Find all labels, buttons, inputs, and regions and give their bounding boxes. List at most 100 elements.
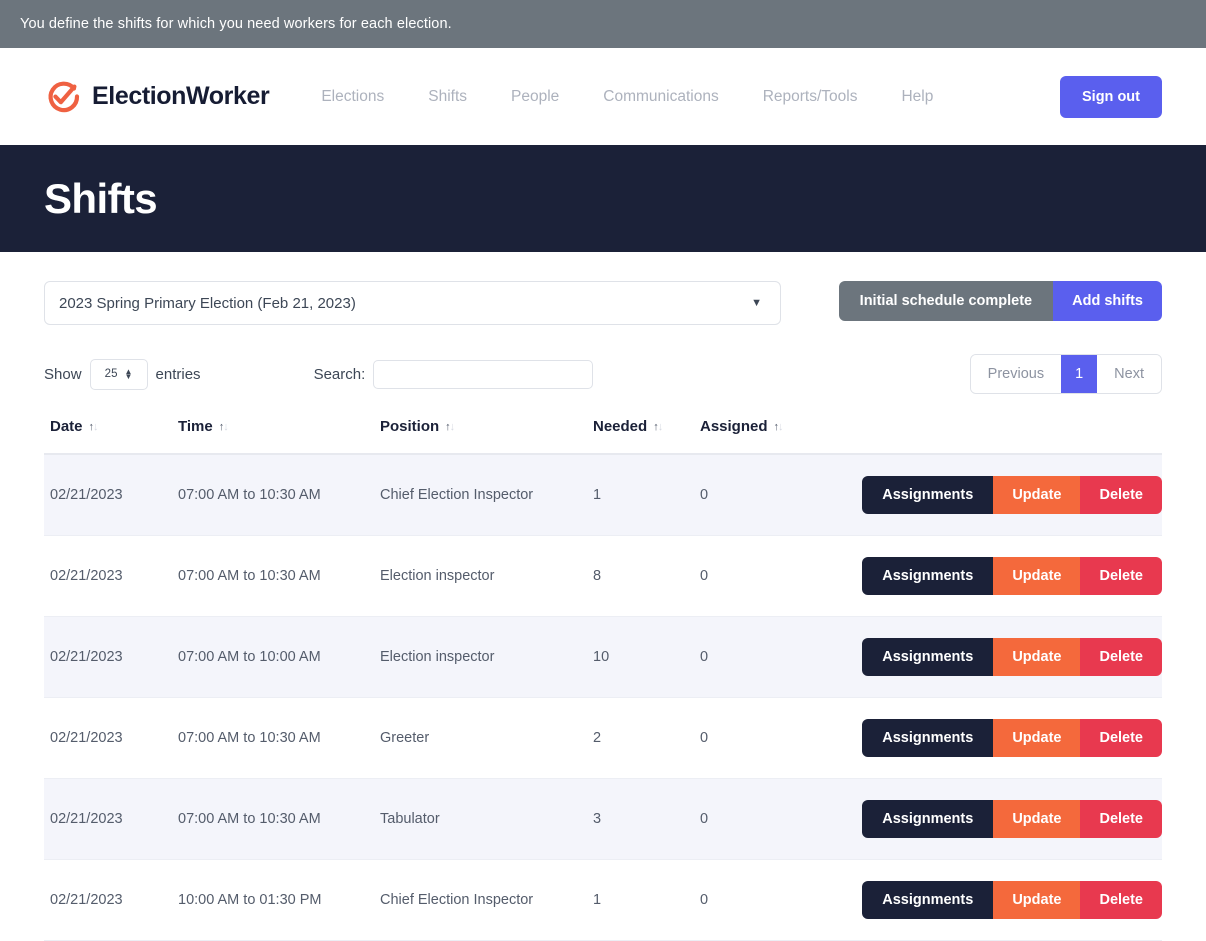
pagination-previous-button[interactable]: Previous xyxy=(971,355,1061,393)
cell-assigned: 0 xyxy=(700,779,810,860)
update-button[interactable]: Update xyxy=(993,881,1080,919)
info-banner-text: You define the shifts for which you need… xyxy=(20,16,452,32)
row-action-buttons: AssignmentsUpdateDelete xyxy=(810,719,1162,757)
cell-needed: 3 xyxy=(593,779,700,860)
entries-label: entries xyxy=(156,366,201,383)
cell-assigned: 0 xyxy=(700,454,810,536)
nav-item-elections[interactable]: Elections xyxy=(299,82,406,112)
search-input[interactable] xyxy=(373,360,593,389)
election-select[interactable]: 2023 Spring Primary Election (Feb 21, 20… xyxy=(44,281,781,325)
nav-item-help[interactable]: Help xyxy=(879,82,955,112)
sort-arrows-icon: ↑↓ xyxy=(774,421,783,433)
cell-actions: AssignmentsUpdateDelete xyxy=(810,617,1162,698)
update-button[interactable]: Update xyxy=(993,800,1080,838)
cell-date: 02/21/2023 xyxy=(44,860,178,941)
cell-actions: AssignmentsUpdateDelete xyxy=(810,698,1162,779)
delete-button[interactable]: Delete xyxy=(1080,557,1162,595)
brand-name: ElectionWorker xyxy=(92,82,269,111)
sort-arrows-icon: ↑↓ xyxy=(445,421,454,433)
cell-position: Tabulator xyxy=(380,779,593,860)
search-filter: Search: xyxy=(314,360,594,389)
table-row: 02/21/202307:00 AM to 10:30 AMTabulator3… xyxy=(44,779,1162,860)
row-button-group: AssignmentsUpdateDelete xyxy=(862,800,1162,838)
column-header-date[interactable]: Date ↑↓ xyxy=(44,410,178,454)
assignments-button[interactable]: Assignments xyxy=(862,719,993,757)
info-banner: You define the shifts for which you need… xyxy=(0,0,1206,48)
assignments-button[interactable]: Assignments xyxy=(862,557,993,595)
delete-button[interactable]: Delete xyxy=(1080,800,1162,838)
assignments-button[interactable]: Assignments xyxy=(862,800,993,838)
entries-length-control: Show 25 ▲▼ entries xyxy=(44,359,201,390)
update-button[interactable]: Update xyxy=(993,557,1080,595)
delete-button[interactable]: Delete xyxy=(1080,881,1162,919)
check-circle-icon xyxy=(44,78,81,115)
table-header-row: Date ↑↓ Time ↑↓ Position ↑↓ xyxy=(44,410,1162,454)
cell-time: 07:00 AM to 10:30 AM xyxy=(178,536,380,617)
entries-length-select[interactable]: 25 ▲▼ xyxy=(90,359,148,390)
cell-actions: AssignmentsUpdateDelete xyxy=(810,536,1162,617)
cell-date: 02/21/2023 xyxy=(44,698,178,779)
column-header-needed-label: Needed xyxy=(593,418,647,435)
election-select-value: 2023 Spring Primary Election (Feb 21, 20… xyxy=(59,295,751,312)
column-header-time-label: Time xyxy=(178,418,213,435)
nav-item-shifts[interactable]: Shifts xyxy=(406,82,489,112)
chevron-down-icon: ▼ xyxy=(751,297,762,309)
sort-arrows-icon: ↑↓ xyxy=(653,421,662,433)
cell-needed: 1 xyxy=(593,454,700,536)
column-header-position[interactable]: Position ↑↓ xyxy=(380,410,593,454)
cell-date: 02/21/2023 xyxy=(44,536,178,617)
entries-length-value: 25 xyxy=(105,368,118,380)
cell-date: 02/21/2023 xyxy=(44,454,178,536)
assignments-button[interactable]: Assignments xyxy=(862,638,993,676)
sort-arrows-icon: ↑↓ xyxy=(219,421,228,433)
table-row: 02/21/202307:00 AM to 10:30 AMChief Elec… xyxy=(44,454,1162,536)
cell-position: Chief Election Inspector xyxy=(380,860,593,941)
cell-date: 02/21/2023 xyxy=(44,779,178,860)
assignments-button[interactable]: Assignments xyxy=(862,476,993,514)
cell-needed: 1 xyxy=(593,860,700,941)
row-action-buttons: AssignmentsUpdateDelete xyxy=(810,638,1162,676)
row-action-buttons: AssignmentsUpdateDelete xyxy=(810,557,1162,595)
row-button-group: AssignmentsUpdateDelete xyxy=(862,881,1162,919)
cell-actions: AssignmentsUpdateDelete xyxy=(810,779,1162,860)
delete-button[interactable]: Delete xyxy=(1080,719,1162,757)
delete-button[interactable]: Delete xyxy=(1080,476,1162,514)
show-label: Show xyxy=(44,366,82,383)
initial-schedule-complete-button[interactable]: Initial schedule complete xyxy=(839,281,1053,321)
cell-needed: 2 xyxy=(593,698,700,779)
delete-button[interactable]: Delete xyxy=(1080,638,1162,676)
row-action-buttons: AssignmentsUpdateDelete xyxy=(810,476,1162,514)
table-row: 02/21/202307:00 AM to 10:00 AMElection i… xyxy=(44,617,1162,698)
pagination-page-1-button[interactable]: 1 xyxy=(1061,355,1097,393)
pagination-next-button[interactable]: Next xyxy=(1097,355,1161,393)
cell-assigned: 0 xyxy=(700,698,810,779)
cell-time: 07:00 AM to 10:00 AM xyxy=(178,617,380,698)
nav-links: Elections Shifts People Communications R… xyxy=(299,82,955,112)
stepper-arrows-icon: ▲▼ xyxy=(124,369,132,379)
table-body: 02/21/202307:00 AM to 10:30 AMChief Elec… xyxy=(44,454,1162,941)
shifts-table: Date ↑↓ Time ↑↓ Position ↑↓ xyxy=(44,410,1162,941)
update-button[interactable]: Update xyxy=(993,638,1080,676)
nav-item-people[interactable]: People xyxy=(489,82,581,112)
column-header-needed[interactable]: Needed ↑↓ xyxy=(593,410,700,454)
nav-item-communications[interactable]: Communications xyxy=(581,82,740,112)
cell-needed: 10 xyxy=(593,617,700,698)
add-shifts-button[interactable]: Add shifts xyxy=(1053,281,1162,321)
assignments-button[interactable]: Assignments xyxy=(862,881,993,919)
table-row: 02/21/202307:00 AM to 10:30 AMElection i… xyxy=(44,536,1162,617)
cell-time: 07:00 AM to 10:30 AM xyxy=(178,698,380,779)
cell-assigned: 0 xyxy=(700,536,810,617)
row-action-buttons: AssignmentsUpdateDelete xyxy=(810,881,1162,919)
brand-logo[interactable]: ElectionWorker xyxy=(44,78,269,115)
row-button-group: AssignmentsUpdateDelete xyxy=(862,638,1162,676)
column-header-assigned-label: Assigned xyxy=(700,418,768,435)
column-header-assigned[interactable]: Assigned ↑↓ xyxy=(700,410,810,454)
nav-item-reports-tools[interactable]: Reports/Tools xyxy=(741,82,880,112)
page-header: Shifts xyxy=(0,145,1206,252)
page-content: 2023 Spring Primary Election (Feb 21, 20… xyxy=(0,252,1206,941)
toolbar-button-group: Initial schedule complete Add shifts xyxy=(839,281,1162,321)
sign-out-button[interactable]: Sign out xyxy=(1060,76,1162,118)
column-header-time[interactable]: Time ↑↓ xyxy=(178,410,380,454)
update-button[interactable]: Update xyxy=(993,476,1080,514)
update-button[interactable]: Update xyxy=(993,719,1080,757)
